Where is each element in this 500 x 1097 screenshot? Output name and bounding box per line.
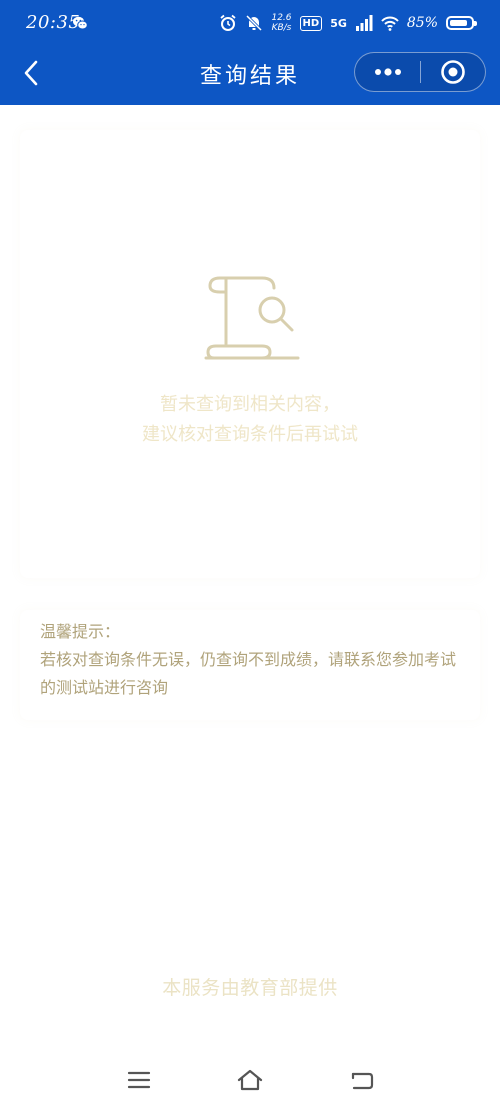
- home-icon: [237, 1069, 263, 1091]
- mini-program-capsule: [354, 52, 486, 92]
- tips-card: 温馨提示： 若核对查询条件无误，仍查询不到成绩，请联系您参加考试的测试站进行咨询: [20, 610, 480, 720]
- more-button[interactable]: [355, 53, 420, 91]
- status-bar: 20:35 12.6 KB/s HD 5G 85%: [0, 0, 500, 48]
- empty-result-message: 暂未查询到相关内容， 建议核对查询条件后再试试: [20, 390, 480, 450]
- empty-line-1: 暂未查询到相关内容，: [160, 394, 340, 415]
- wechat-icon: [73, 16, 88, 30]
- mute-bell-icon: [246, 14, 263, 32]
- home-button[interactable]: [236, 1068, 264, 1092]
- nav-bar: 查询结果: [0, 48, 500, 105]
- more-dots-icon: [374, 68, 401, 76]
- alarm-icon: [220, 14, 237, 31]
- battery-percent: 85%: [406, 15, 438, 31]
- network-speed-unit: KB/s: [271, 23, 292, 33]
- battery-level: [450, 20, 467, 26]
- target-close-icon: [441, 60, 465, 84]
- hd-badge: HD: [299, 15, 323, 31]
- status-icons: 12.6 KB/s HD 5G 85%: [219, 10, 477, 36]
- back-arrow-icon: [351, 1072, 374, 1090]
- network-speed-value: 12.6: [271, 13, 292, 23]
- tips-body: 若核对查询条件无误，仍查询不到成绩，请联系您参加考试的测试站进行咨询: [40, 650, 457, 697]
- service-provider-text: 本服务由教育部提供: [162, 977, 338, 999]
- network-speed: 12.6 KB/s: [271, 13, 291, 33]
- system-nav-bar: [0, 1058, 500, 1097]
- menu-icon: [127, 1071, 151, 1089]
- empty-line-2: 建议核对查询条件后再试试: [142, 424, 358, 445]
- top-header: 20:35 12.6 KB/s HD 5G 85% 查询结果: [0, 0, 500, 105]
- result-card: 暂未查询到相关内容， 建议核对查询条件后再试试: [20, 130, 480, 578]
- tips-title: 温馨提示：: [40, 622, 121, 641]
- close-mini-program-button[interactable]: [421, 53, 485, 91]
- network-type: 5G: [330, 16, 347, 30]
- system-back-button[interactable]: [348, 1068, 376, 1092]
- document-search-icon: [204, 276, 300, 360]
- wifi-icon: [381, 16, 399, 31]
- menu-button[interactable]: [125, 1068, 153, 1092]
- battery-icon: [446, 16, 477, 30]
- signal-icon: [355, 15, 373, 31]
